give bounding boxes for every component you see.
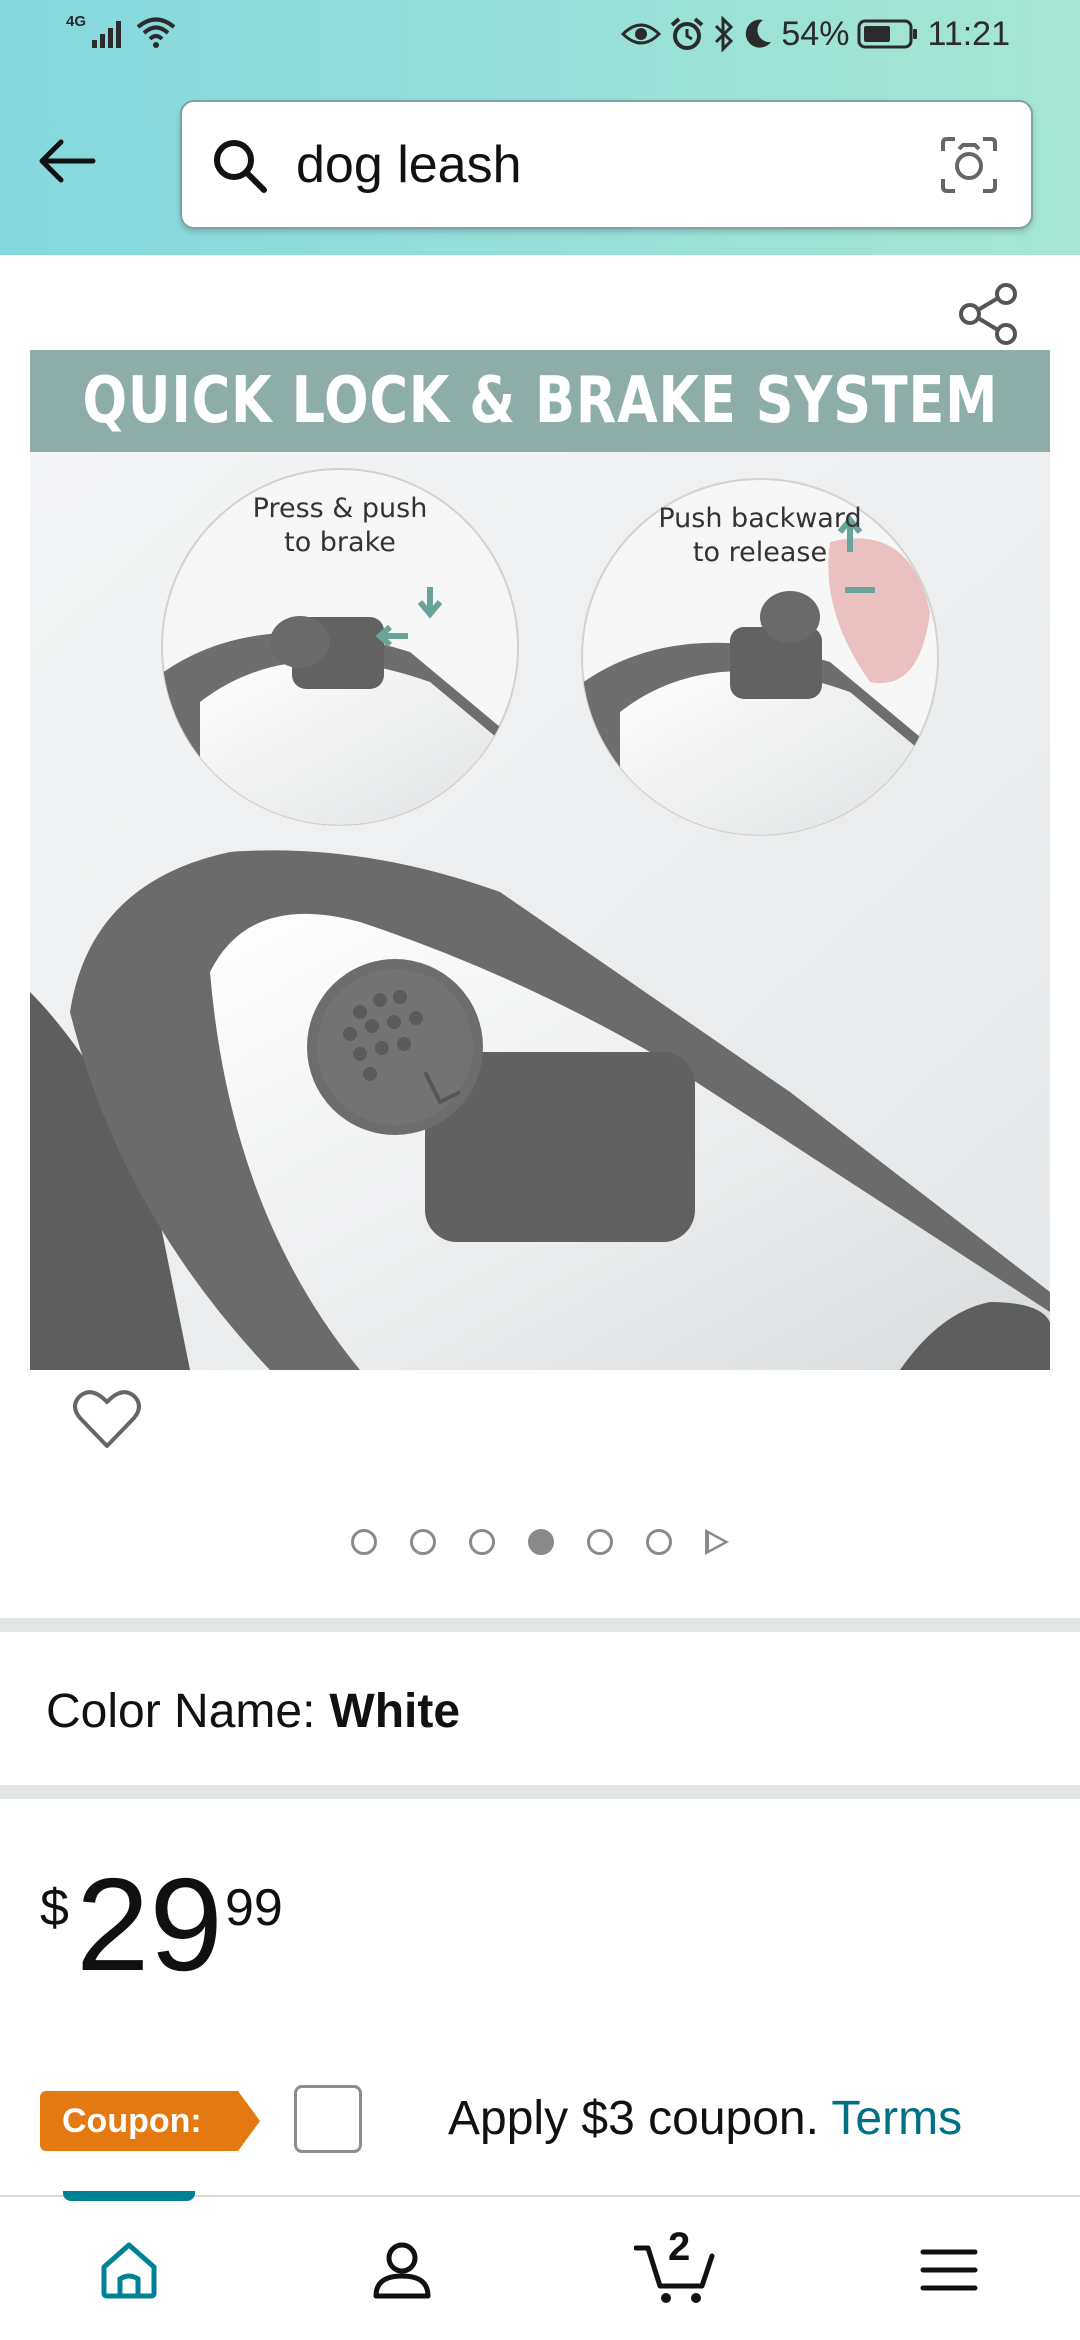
nav-home[interactable] [29,2197,229,2340]
callout-right: Push backward to release [640,502,880,570]
eye-icon [621,23,662,45]
coupon-checkbox[interactable] [294,2085,362,2153]
carousel-dot[interactable] [587,1529,613,1555]
nav-cart[interactable]: 2 [576,2197,776,2340]
bottom-navigation: 2 [0,2191,1080,2340]
search-icon [214,140,267,193]
coupon-text: Apply $3 coupon. Terms [448,2087,962,2151]
callout-left: Press & push to brake [230,492,450,560]
carousel-dot[interactable] [646,1529,672,1555]
search-query[interactable]: dog leash [296,130,522,200]
coupon-badge: Coupon: [40,2091,260,2151]
carousel-dot[interactable] [469,1529,495,1555]
coupon-row: Coupon: Apply $3 coupon. Terms [40,2085,1050,2155]
search-field[interactable]: dog leash [180,100,1033,229]
image-banner: QUICK LOCK & BRAKE SYSTEM [30,350,1050,452]
callout-right-line1: Push backward [658,503,862,534]
signal-icon [92,21,122,48]
battery-percent: 54% [781,15,850,53]
share-button[interactable] [945,270,1033,358]
cart-count: 2 [668,2225,691,2269]
nav-account[interactable] [302,2197,502,2340]
carousel-dot[interactable] [410,1529,436,1555]
menu-icon [920,2249,978,2290]
variation-label: Color Name: [46,1685,316,1738]
status-bar: 4G 54% 11:21 [0,0,1080,76]
price-whole: 29 [76,1851,223,1998]
section-divider [0,1618,1080,1632]
price-symbol: $ [40,1879,69,1937]
status-right: 54% 11:21 [621,14,1010,54]
callout-left-line1: Press & push [252,493,428,524]
section-divider [0,1785,1080,1799]
color-variation[interactable]: Color Name: White [46,1680,460,1744]
arrow-left-icon [39,139,96,183]
carousel-dot[interactable] [351,1529,377,1555]
banner-text: QUICK LOCK & BRAKE SYSTEM [82,364,998,438]
carousel-dot-active[interactable] [528,1529,554,1555]
status-left: 4G [66,13,176,48]
moon-icon [746,19,772,48]
network-type: 4G [66,13,87,30]
coupon-apply-text: Apply $3 coupon. [448,2092,819,2145]
clock: 11:21 [927,15,1010,53]
heart-icon [73,1390,141,1448]
wifi-icon [136,17,176,48]
bluetooth-icon [715,16,734,52]
callout-left-line2: to brake [284,527,396,558]
home-icon [101,2242,157,2298]
coupon-terms-link[interactable]: Terms [831,2092,962,2145]
alarm-icon [671,17,704,50]
account-icon [373,2242,431,2298]
wishlist-button[interactable] [57,1370,157,1470]
price-fraction: 99 [225,1879,283,1937]
leash-product-illustration [30,452,1050,1370]
image-carousel-indicator[interactable] [0,1525,1080,1559]
app-header: 4G 54% 11:21 dog leash [0,0,1080,255]
share-icon [959,283,1017,345]
camera-search-icon[interactable] [939,135,999,195]
nav-menu[interactable] [849,2197,1049,2340]
variation-value: White [329,1685,461,1738]
callout-right-line2: to release [692,537,828,568]
back-button[interactable] [34,128,100,194]
product-image[interactable]: QUICK LOCK & BRAKE SYSTEM Press & push t… [30,350,1050,1370]
battery-icon [857,19,918,49]
play-video-icon[interactable] [705,1529,729,1555]
